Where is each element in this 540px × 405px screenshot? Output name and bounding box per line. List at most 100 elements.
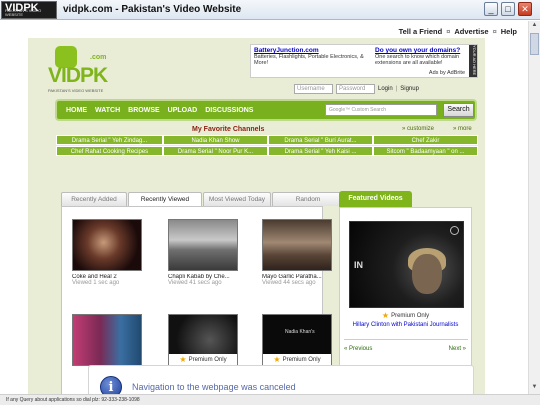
video-thumbnail[interactable] — [262, 219, 332, 271]
status-bar: If any Query about applications so dial … — [0, 394, 540, 405]
next-link[interactable]: Next » — [449, 346, 466, 352]
link-separator: | — [395, 86, 398, 92]
thumbnail-caption: Nadia Khan's — [285, 329, 315, 335]
login-form: Username Password Login | Signup — [294, 84, 419, 94]
titlebar-logo-subtext: PAKISTAN'S VIDEO WEBSITE — [5, 7, 42, 17]
scroll-down-icon[interactable]: ▼ — [530, 384, 539, 393]
username-field[interactable]: Username — [294, 84, 333, 94]
ad-title-link[interactable]: BatteryJunction.com — [254, 47, 369, 54]
channel-chip[interactable]: Sitcom " Badaamyaan " on ... — [373, 146, 478, 156]
notice-message: Navigation to the webpage was canceled — [132, 382, 296, 392]
video-item[interactable]: Coke and Heal 2 Viewed 1 sec ago — [72, 219, 142, 286]
ad-banner: BatteryJunction.com Batteries, Flashligh… — [250, 44, 478, 78]
featured-video-thumbnail[interactable]: IN — [349, 221, 464, 308]
channel-chip[interactable]: Drama Serial " Yeh Kaisi ... — [268, 146, 373, 156]
thumbnail-overlay-text: IN — [354, 260, 363, 270]
nav-upload[interactable]: UPLOAD — [168, 107, 198, 114]
scrollbar-thumb[interactable] — [530, 33, 539, 55]
premium-badge: ★ Premium Only — [340, 311, 471, 320]
window-title: vidpk.com - Pakistan's Video Website — [63, 4, 242, 15]
customize-link[interactable]: » customize — [402, 126, 434, 132]
search-input[interactable]: Google™ Custom Search — [325, 104, 437, 116]
advertise-link[interactable]: Advertise — [454, 27, 488, 36]
password-field[interactable]: Password — [336, 84, 375, 94]
video-tabs: Recently Added Recently Viewed Most View… — [61, 192, 344, 207]
divider — [344, 339, 468, 340]
premium-label: Premium Only — [282, 356, 321, 363]
star-icon: ★ — [179, 355, 187, 364]
nav-discussions[interactable]: DISCUSSIONS — [205, 107, 253, 114]
maximize-button[interactable]: □ — [501, 2, 515, 16]
featured-video-panel: IN ★ Premium Only Hillary Clinton with Pa… — [339, 207, 472, 377]
minimize-button[interactable]: _ — [484, 2, 498, 16]
video-meta: Viewed 44 secs ago — [262, 280, 316, 286]
vidpk-favicon-logo: VIDPK PAKISTAN'S VIDEO WEBSITE — [1, 0, 57, 19]
tab-random[interactable]: Random — [272, 192, 344, 206]
video-thumbnail[interactable]: Nadia Khan's ★ Premium Only — [262, 314, 332, 366]
logo-wordmark: VIDPK — [48, 64, 108, 87]
link-separator: ¤ — [492, 27, 497, 36]
channel-logo-icon — [450, 226, 459, 235]
video-item[interactable]: Nadia Khan's ★ Premium Only — [262, 314, 332, 366]
tab-recently-added[interactable]: Recently Added — [61, 192, 127, 206]
video-item[interactable] — [72, 314, 142, 366]
featured-videos-tab[interactable]: Featured Videos — [339, 191, 412, 207]
search-button[interactable]: Search — [443, 103, 474, 117]
premium-badge: ★ Premium Only — [169, 354, 237, 365]
video-item[interactable]: ★ Premium Only — [168, 314, 238, 366]
login-link[interactable]: Login — [378, 86, 393, 92]
webpage: Tell a Friend ¤ Advertise ¤ Help .com VI… — [0, 21, 527, 394]
video-thumbnail[interactable] — [72, 314, 142, 366]
site-container: .com VIDPK PAKISTAN'S VIDEO WEBSITE Batt… — [28, 38, 485, 394]
star-icon: ★ — [381, 311, 390, 320]
ad-title-link[interactable]: Do you own your domains? — [375, 47, 470, 54]
premium-label: Premium Only — [391, 312, 430, 319]
previous-link[interactable]: « Previous — [344, 346, 372, 352]
ad-text: Batteries, Flashlights, Portable Electro… — [254, 54, 364, 66]
close-button[interactable]: ✕ — [518, 2, 532, 16]
scroll-up-icon[interactable]: ▲ — [530, 22, 539, 31]
video-thumbnail[interactable]: ★ Premium Only — [168, 314, 238, 366]
logo-domain: .com — [90, 54, 107, 61]
featured-video-title[interactable]: Hillary Clinton with Pakistani Journalis… — [340, 322, 471, 328]
ads-by-link[interactable]: Ads by AdBrite — [429, 70, 465, 76]
nav-browse[interactable]: BROWSE — [128, 107, 160, 114]
ad-side-label[interactable]: YOUR AD HERE — [469, 45, 477, 77]
vertical-scrollbar[interactable]: ▲ ▼ — [528, 21, 540, 394]
premium-badge: ★ Premium Only — [263, 354, 331, 365]
star-icon: ★ — [273, 355, 281, 364]
nav-home[interactable]: HOME — [66, 107, 87, 114]
tab-most-viewed-today[interactable]: Most Viewed Today — [203, 192, 271, 206]
top-links: Tell a Friend ¤ Advertise ¤ Help — [399, 27, 517, 36]
site-logo[interactable]: .com VIDPK PAKISTAN'S VIDEO WEBSITE — [48, 44, 123, 94]
more-link[interactable]: » more — [453, 126, 472, 132]
tell-friend-link[interactable]: Tell a Friend — [399, 27, 443, 36]
help-link[interactable]: Help — [501, 27, 517, 36]
logo-tagline: PAKISTAN'S VIDEO WEBSITE — [48, 88, 104, 93]
channel-chip[interactable]: Drama Serial " Yeh Zindag... — [56, 135, 163, 145]
channel-chip[interactable]: Nadia Khan Show — [163, 135, 268, 145]
signup-link[interactable]: Signup — [400, 86, 419, 92]
channel-chip[interactable]: Chef Rahat Cooking Recipes — [56, 146, 163, 156]
thumbnail-figure — [412, 254, 442, 294]
video-item[interactable]: Mayo Garlic Paratha... Viewed 44 secs ag… — [262, 219, 332, 286]
tab-recently-viewed[interactable]: Recently Viewed — [128, 192, 202, 207]
video-thumbnail[interactable] — [168, 219, 238, 271]
info-icon: i — [100, 376, 122, 394]
premium-label: Premium Only — [188, 356, 227, 363]
ad-item: Do you own your domains? One search to k… — [375, 47, 470, 66]
channel-chip[interactable]: Chef Zakir — [373, 135, 478, 145]
channel-chip[interactable]: Drama Serial " Burí Aurat... — [268, 135, 373, 145]
navigation-canceled-notice: i Navigation to the webpage was canceled — [88, 365, 474, 394]
ad-text: One search to know which domain extensio… — [375, 54, 460, 66]
video-item[interactable]: Chapli Kabab by Che... Viewed 41 secs ag… — [168, 219, 238, 286]
window-titlebar: VIDPK PAKISTAN'S VIDEO WEBSITE vidpk.com… — [0, 0, 540, 20]
nav-watch[interactable]: WATCH — [95, 107, 120, 114]
channel-chip[interactable]: Drama Serial " Noor Pur K... — [163, 146, 268, 156]
video-meta: Viewed 41 secs ago — [168, 280, 222, 286]
ad-item: BatteryJunction.com Batteries, Flashligh… — [254, 47, 369, 66]
favorite-channels-heading: My Favorite Channels — [192, 126, 265, 133]
video-thumbnail[interactable] — [72, 219, 142, 271]
main-nav: HOME WATCH BROWSE UPLOAD DISCUSSIONS Goo… — [55, 99, 477, 121]
video-meta: Viewed 1 sec ago — [72, 280, 120, 286]
